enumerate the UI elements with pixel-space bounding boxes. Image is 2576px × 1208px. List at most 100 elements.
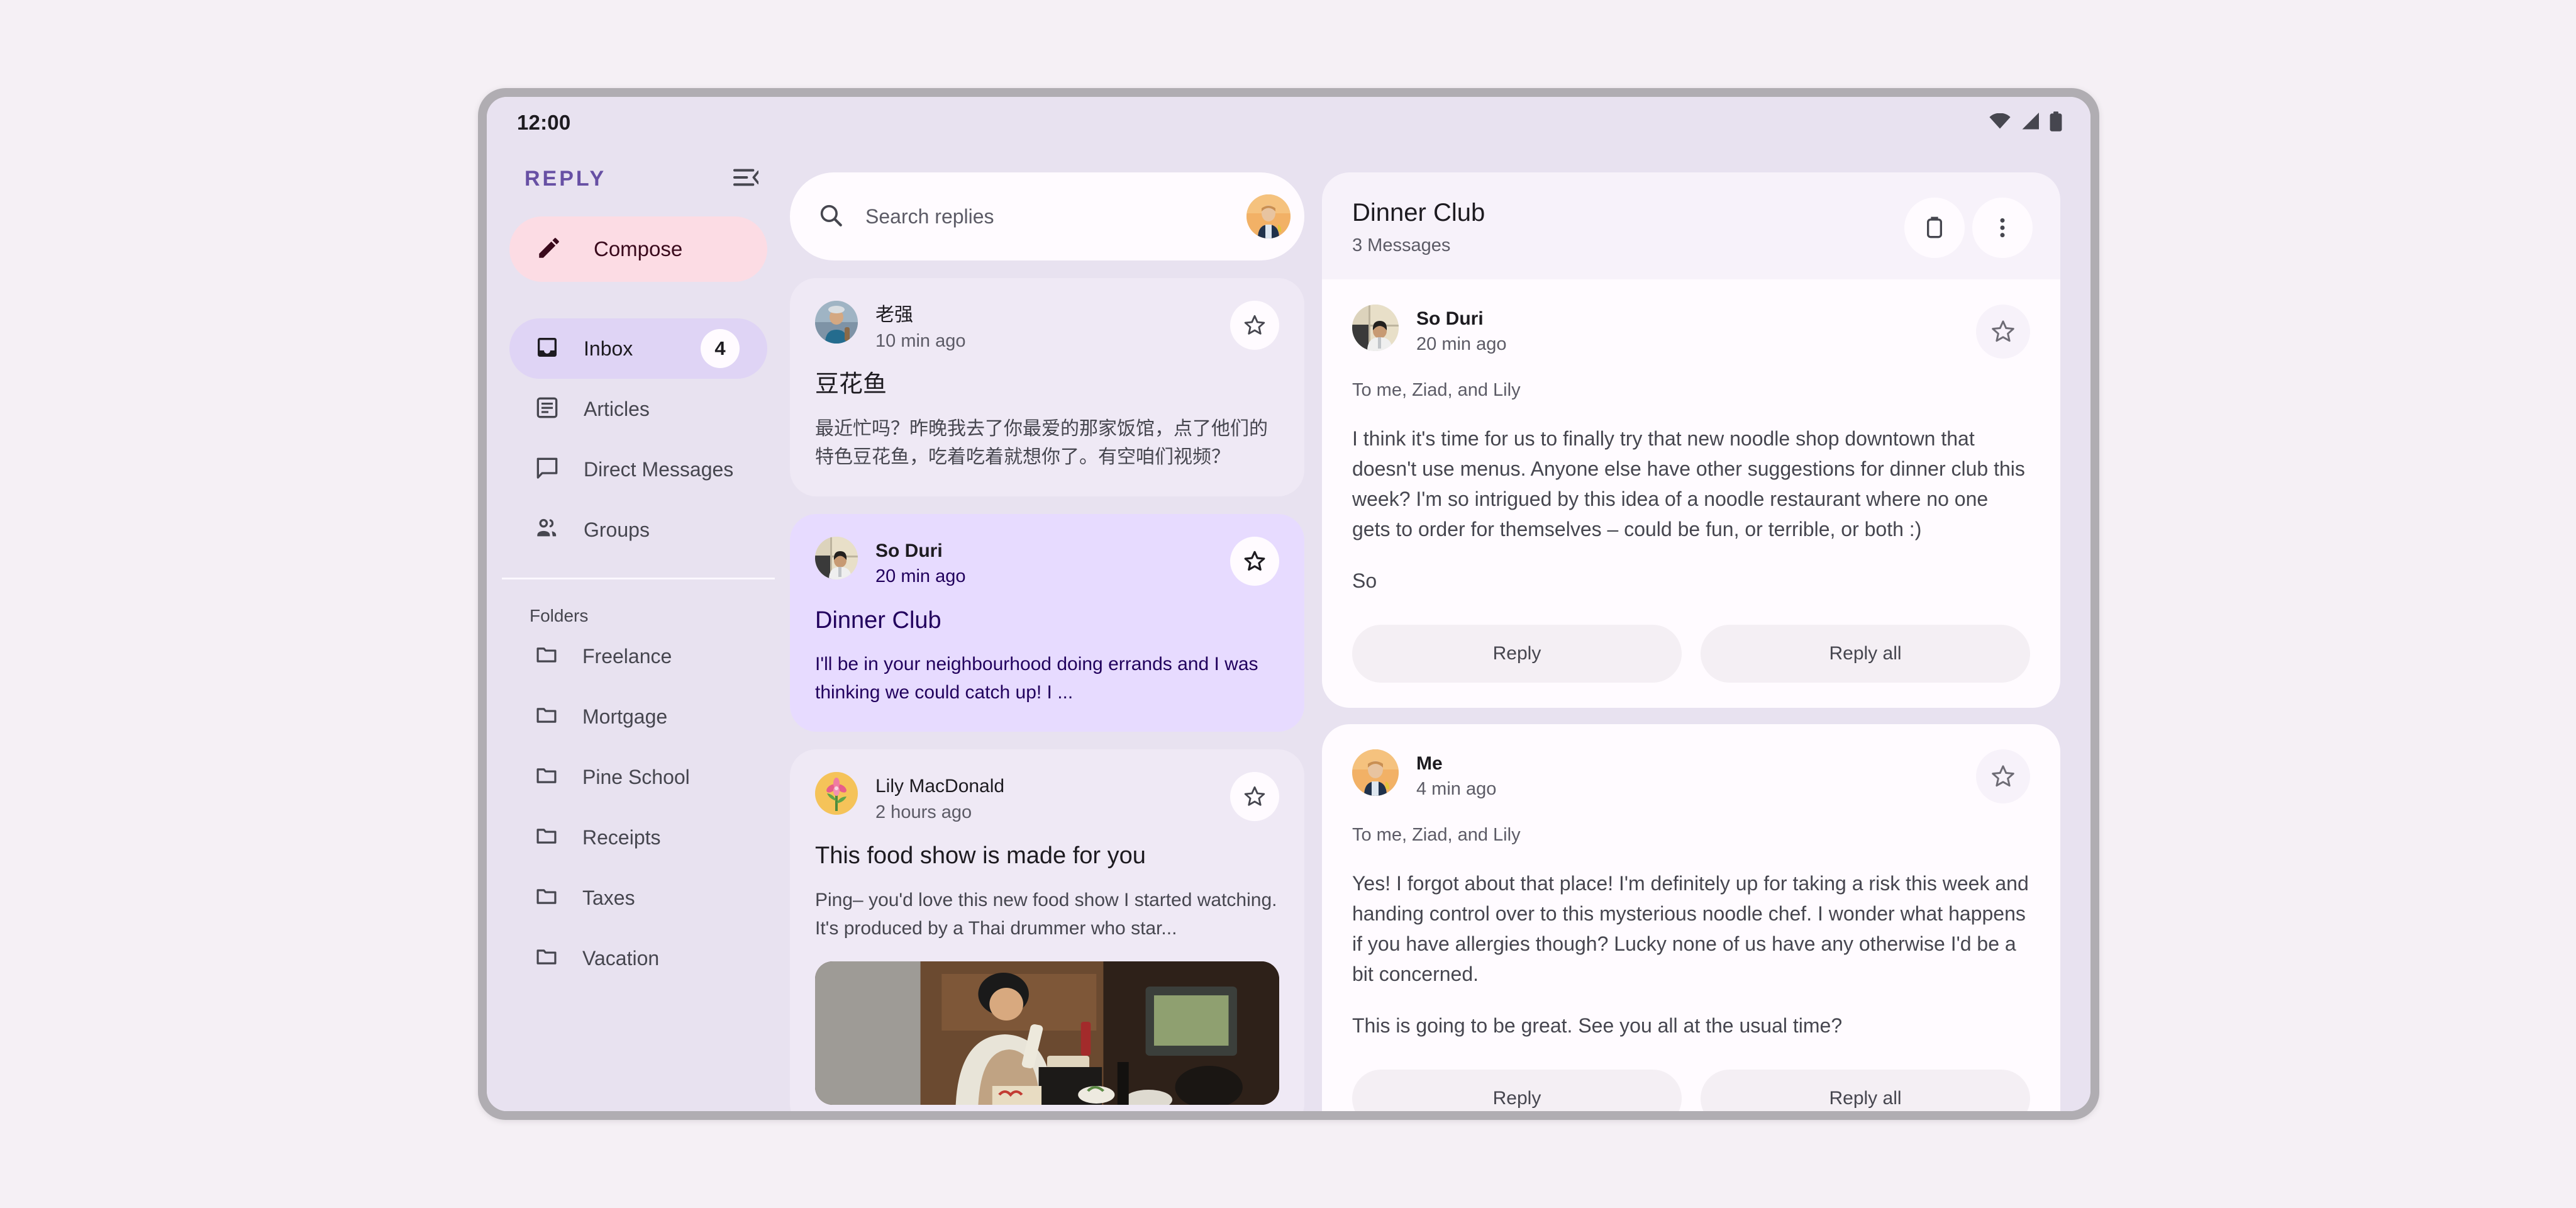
email-card-header: Lily MacDonald 2 hours ago: [815, 772, 1279, 824]
thread-message: So Duri 20 min ago To me, Ziad, and Lily…: [1322, 279, 2060, 708]
email-timestamp: 10 min ago: [875, 330, 966, 351]
email-list-item[interactable]: 老强 10 min ago 豆花鱼 最近忙吗？昨晚我去了你最爱的那家饭馆，点了他…: [790, 278, 1304, 496]
email-detail-pane: Dinner Club 3 Messages So Duri 20 min ag…: [1312, 148, 2090, 1111]
folder-icon: [535, 945, 558, 972]
reply-all-button[interactable]: Reply all: [1701, 1070, 2030, 1111]
compose-button[interactable]: Compose: [509, 216, 767, 282]
navigation-sidebar: REPLY Compose Inbox 4 Articles Direct Me…: [487, 148, 790, 1111]
message-sender-block: Me 4 min ago: [1416, 749, 1958, 800]
folder-label: Freelance: [582, 644, 672, 668]
inbox-icon: [535, 335, 560, 363]
email-list-item[interactable]: Lily MacDonald 2 hours ago This food sho…: [790, 749, 1304, 1111]
folder-label: Mortgage: [582, 705, 668, 728]
message-paragraph: So: [1352, 569, 1377, 592]
thread-message-count: 3 Messages: [1352, 235, 1451, 255]
avatar[interactable]: [1246, 194, 1291, 238]
reply-all-button[interactable]: Reply all: [1701, 625, 2030, 683]
sidebar-item-groups[interactable]: Groups: [509, 500, 767, 560]
more-options-button[interactable]: [1972, 198, 2033, 258]
sidebar-item-articles[interactable]: Articles: [509, 379, 767, 439]
message-body: I think it's time for us to finally try …: [1352, 423, 2030, 596]
message-actions: Reply Reply all: [1352, 1070, 2030, 1111]
device-screen: 12:00 REPLY Compose Inbox 4 Articles Dir…: [487, 97, 2090, 1111]
inbox-badge: 4: [701, 329, 740, 368]
message-header: Me 4 min ago: [1352, 749, 2030, 803]
sidebar-folder-freelance[interactable]: Freelance: [509, 626, 767, 686]
sidebar-item-inbox[interactable]: Inbox 4: [509, 318, 767, 379]
sidebar-folder-taxes[interactable]: Taxes: [509, 868, 767, 928]
message-recipients: To me, Ziad, and Lily: [1352, 825, 1521, 845]
folders-section-label: Folders: [530, 606, 589, 625]
folder-label: Taxes: [582, 886, 635, 909]
sidebar-folder-mortgage[interactable]: Mortgage: [509, 686, 767, 747]
email-list-pane[interactable]: Search replies 老强 10 min ago 豆花鱼 最近忙吗？昨晚…: [790, 148, 1312, 1111]
email-subject: Dinner Club: [815, 607, 941, 634]
sidebar-item-label: Direct Messages: [584, 457, 734, 481]
status-icons: [1989, 111, 2063, 135]
email-sender-block: Lily MacDonald 2 hours ago: [875, 772, 1213, 824]
message-paragraph: I think it's time for us to finally try …: [1352, 427, 2025, 540]
folder-icon: [535, 764, 558, 791]
folders-list: Freelance Mortgage Pine School Receipts …: [487, 626, 790, 988]
thread-message: Me 4 min ago To me, Ziad, and Lily Yes! …: [1322, 724, 2060, 1111]
thread-title-block: Dinner Club 3 Messages: [1352, 198, 1485, 256]
star-icon[interactable]: [1976, 305, 2030, 359]
status-bar: 12:00: [487, 97, 2090, 148]
email-timestamp: 20 min ago: [875, 566, 966, 587]
reply-button[interactable]: Reply: [1352, 625, 1682, 683]
avatar: [1352, 305, 1399, 351]
star-icon[interactable]: [1230, 772, 1279, 822]
status-time: 12:00: [517, 111, 571, 134]
email-sender-name: So Duri: [875, 540, 943, 561]
primary-nav: Inbox 4 Articles Direct Messages Groups: [487, 318, 790, 560]
email-timestamp: 2 hours ago: [875, 802, 972, 822]
menu-open-icon[interactable]: [733, 168, 760, 190]
email-card-header: So Duri 20 min ago: [815, 536, 1279, 589]
delete-button[interactable]: [1904, 198, 1965, 258]
message-header: So Duri 20 min ago: [1352, 305, 2030, 359]
email-preview: 最近忙吗？昨晚我去了你最爱的那家饭馆，点了他们的特色豆花鱼，吃着吃着就想你了。有…: [815, 418, 1268, 467]
compose-label: Compose: [594, 237, 683, 260]
message-sender-name: So Duri: [1416, 308, 1484, 329]
star-icon[interactable]: [1230, 536, 1279, 586]
search-input[interactable]: Search replies: [790, 172, 1304, 260]
email-sender-name: Lily MacDonald: [875, 776, 1005, 797]
star-icon[interactable]: [1230, 301, 1279, 350]
app-body: REPLY Compose Inbox 4 Articles Direct Me…: [487, 148, 2090, 1111]
folder-label: Vacation: [582, 946, 660, 970]
email-preview: I'll be in your neighbourhood doing erra…: [815, 654, 1258, 703]
email-subject: This food show is made for you: [815, 842, 1146, 870]
avatar: [815, 536, 858, 579]
email-preview: Ping– you'd love this new food show I st…: [815, 889, 1277, 939]
message-actions: Reply Reply all: [1352, 625, 2030, 683]
device-frame: 12:00 REPLY Compose Inbox 4 Articles Dir…: [478, 88, 2099, 1120]
article-icon: [535, 395, 560, 423]
sidebar-item-label: Groups: [584, 518, 650, 541]
avatar: [815, 301, 858, 344]
message-timestamp: 20 min ago: [1416, 333, 1507, 354]
folder-label: Pine School: [582, 765, 690, 788]
battery-icon: [2049, 111, 2063, 135]
folder-icon: [535, 703, 558, 730]
message-body: Yes! I forgot about that place! I'm defi…: [1352, 868, 2030, 1041]
sidebar-folder-receipts[interactable]: Receipts: [509, 807, 767, 868]
sidebar-folder-vacation[interactable]: Vacation: [509, 928, 767, 988]
thread-header: Dinner Club 3 Messages: [1322, 172, 2060, 281]
wifi-icon: [1989, 113, 2011, 133]
app-logo: REPLY: [525, 166, 607, 191]
folder-icon: [535, 643, 558, 670]
email-attachment-image: [815, 961, 1279, 1105]
reply-button[interactable]: Reply: [1352, 1070, 1682, 1111]
sidebar-item-label: Inbox: [584, 337, 633, 360]
search-placeholder: Search replies: [865, 204, 994, 228]
message-recipients: To me, Ziad, and Lily: [1352, 380, 1521, 400]
pencil-icon: [536, 235, 562, 264]
star-icon[interactable]: [1976, 749, 2030, 803]
sidebar-item-direct-messages[interactable]: Direct Messages: [509, 439, 767, 500]
folder-icon: [535, 885, 558, 912]
email-sender-name: 老强: [875, 305, 913, 325]
folder-icon: [535, 824, 558, 851]
email-list-item[interactable]: So Duri 20 min ago Dinner Club I'll be i…: [790, 513, 1304, 732]
chat-bubble-icon: [535, 456, 560, 484]
sidebar-folder-pine-school[interactable]: Pine School: [509, 747, 767, 807]
